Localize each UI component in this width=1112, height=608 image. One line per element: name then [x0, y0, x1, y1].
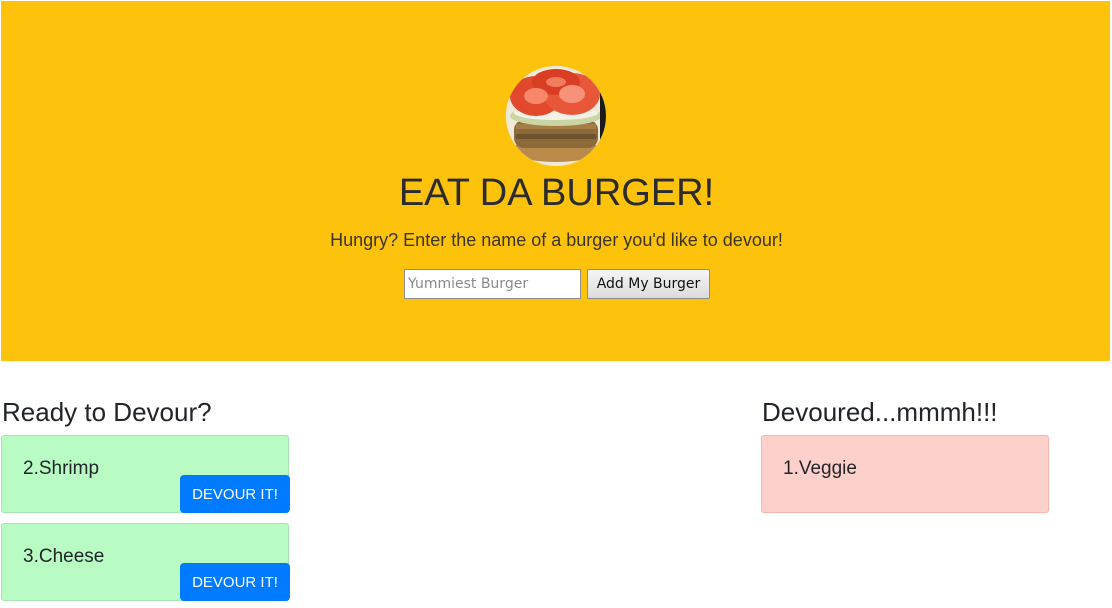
page-title: EAT DA BURGER! — [398, 172, 715, 214]
ready-heading: Ready to Devour? — [2, 397, 212, 427]
burger-name: 2.Shrimp — [23, 458, 100, 479]
ready-burger-card: 2.Shrimp DEVOUR IT! — [1, 435, 290, 513]
devoured-burger-card: 1.Veggie — [761, 435, 1049, 513]
page-lead-text: Hungry? Enter the name of a burger you'd… — [330, 230, 783, 250]
add-burger-button[interactable]: Add My Burger — [587, 269, 710, 299]
burger-name-input[interactable] — [404, 269, 581, 299]
burger-photo-icon — [506, 66, 606, 166]
burger-name: 3.Cheese — [23, 546, 105, 567]
devour-button[interactable]: DEVOUR IT! — [180, 475, 290, 513]
burger-name: 1.Veggie — [783, 458, 857, 479]
devoured-heading: Devoured...mmmh!!! — [762, 397, 998, 427]
devour-button[interactable]: DEVOUR IT! — [180, 563, 290, 601]
header-jumbotron: EAT DA BURGER! Hungry? Enter the name of… — [1, 1, 1110, 361]
ready-burger-card: 3.Cheese DEVOUR IT! — [1, 523, 290, 601]
